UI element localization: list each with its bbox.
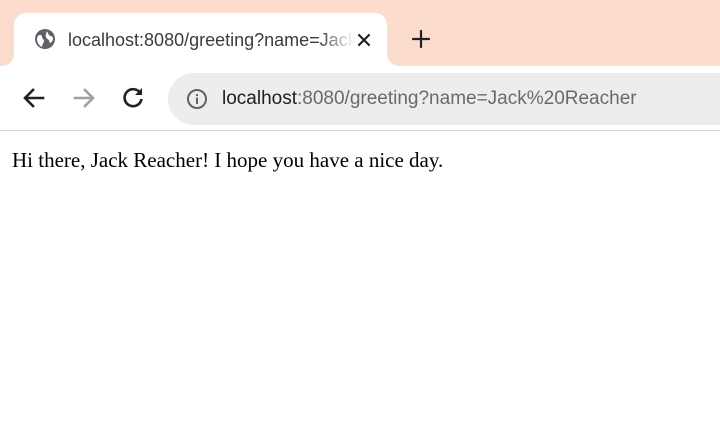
arrow-right-icon: [73, 88, 95, 108]
reload-button[interactable]: [117, 82, 149, 114]
tab-strip: localhost:8080/greeting?name=Jack%20Reac…: [0, 0, 720, 66]
greeting-text: Hi there, Jack Reacher! I hope you have …: [12, 148, 444, 172]
back-button[interactable]: [18, 82, 50, 114]
reload-icon: [123, 87, 143, 108]
tab-title: localhost:8080/greeting?name=Jack%20Reac…: [68, 30, 354, 50]
globe-icon: [34, 28, 56, 50]
address-bar[interactable]: localhost:8080/greeting?name=Jack%20Reac…: [168, 73, 720, 125]
arrow-left-icon: [23, 88, 45, 108]
url-path: :8080/greeting?name=Jack%20Reacher: [297, 88, 637, 109]
page-content: Hi there, Jack Reacher! I hope you have …: [0, 131, 720, 430]
browser-toolbar: localhost:8080/greeting?name=Jack%20Reac…: [0, 66, 720, 131]
info-icon[interactable]: [186, 88, 208, 110]
forward-button[interactable]: [68, 82, 100, 114]
tab-greeting[interactable]: localhost:8080/greeting?name=Jack%20Reac…: [14, 13, 387, 66]
plus-icon[interactable]: [404, 22, 438, 56]
url-host: localhost: [222, 88, 297, 109]
url-text[interactable]: localhost:8080/greeting?name=Jack%20Reac…: [222, 87, 637, 111]
browser-window: localhost:8080/greeting?name=Jack%20Reac…: [0, 0, 720, 430]
close-icon[interactable]: [351, 27, 377, 53]
